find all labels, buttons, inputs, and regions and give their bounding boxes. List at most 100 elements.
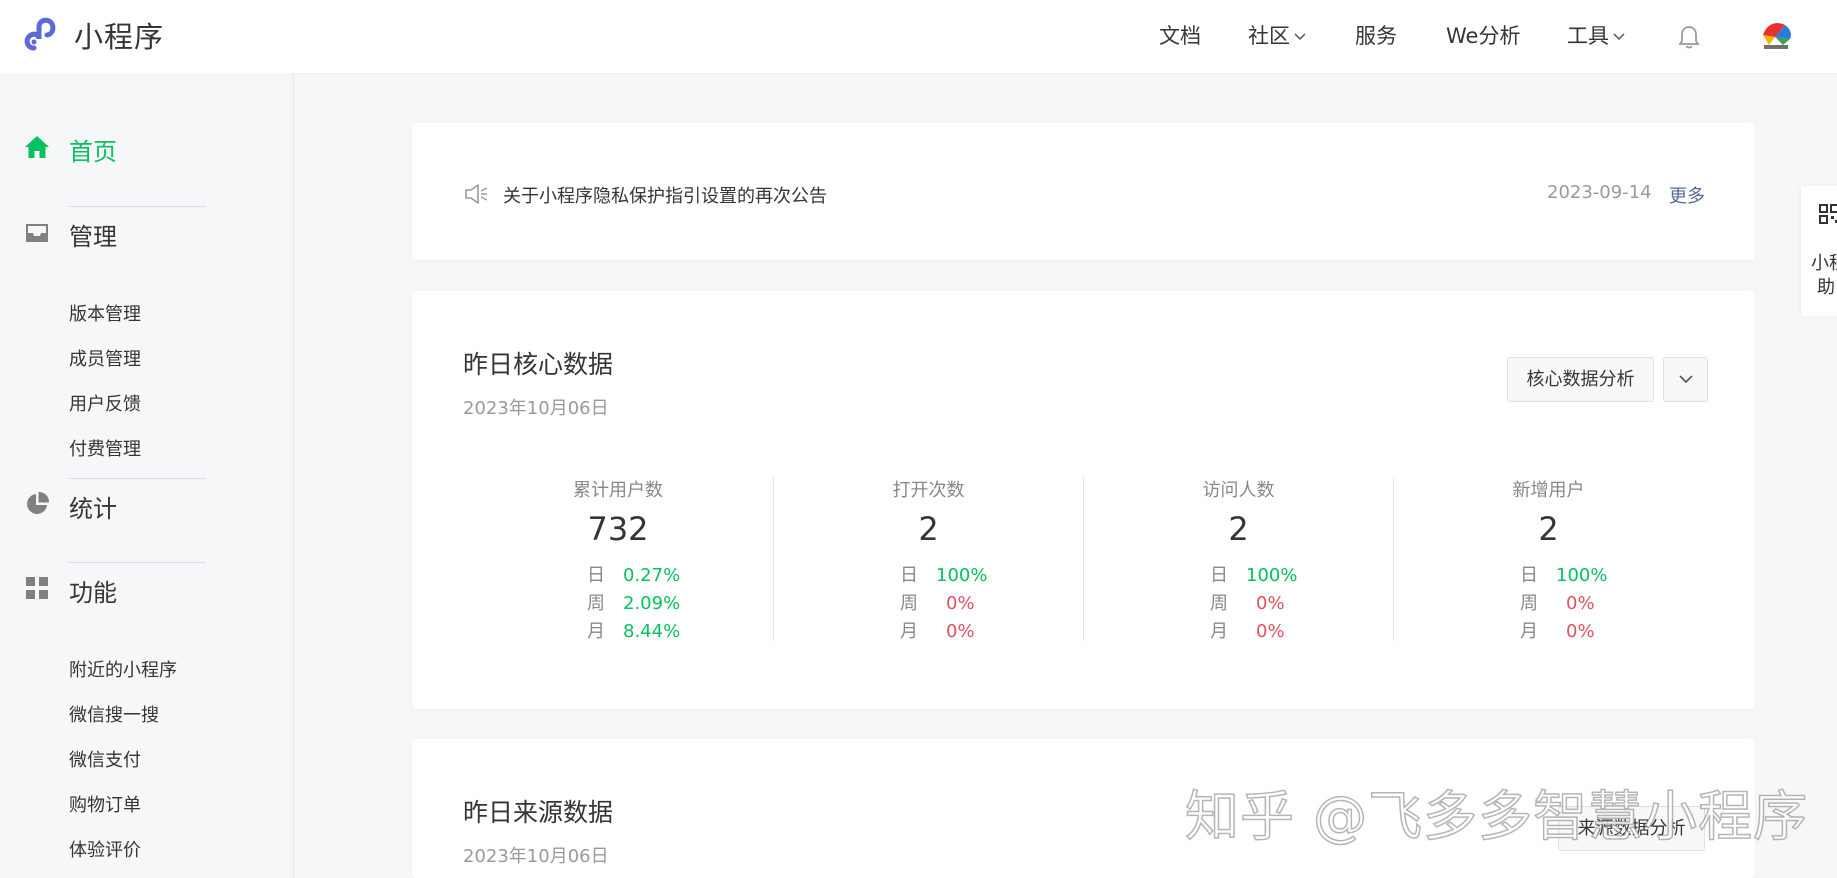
core-data-date: 2023年10月06日 bbox=[463, 398, 609, 419]
metric-row-week: 周 2.09% bbox=[587, 589, 680, 617]
metric-row-week: 周 0% bbox=[1520, 589, 1595, 617]
sidebar-subitem-nearby[interactable]: 附近的小程序 bbox=[69, 656, 177, 682]
chevron-down-icon bbox=[1678, 375, 1693, 384]
row-value: 0% bbox=[1256, 621, 1285, 642]
row-value: 100% bbox=[1246, 565, 1298, 586]
nav-community[interactable]: 社区 bbox=[1248, 0, 1306, 73]
app-title: 小程序 bbox=[74, 20, 165, 54]
row-key: 日 bbox=[1520, 565, 1538, 586]
sidebar-subitem-version[interactable]: 版本管理 bbox=[69, 300, 141, 326]
sidebar-item-features[interactable]: 功能 bbox=[0, 568, 294, 608]
bell-icon[interactable] bbox=[1677, 24, 1701, 50]
core-data-analysis-button[interactable]: 核心数据分析 bbox=[1507, 357, 1654, 402]
chevron-down-icon bbox=[1294, 33, 1306, 41]
row-value: 0% bbox=[946, 621, 975, 642]
core-data-card: 昨日核心数据 2023年10月06日 核心数据分析 累计用户数 732 日 0.2… bbox=[412, 291, 1755, 709]
sidebar-subitem-members[interactable]: 成员管理 bbox=[69, 345, 141, 371]
metric-row-month: 月 0% bbox=[900, 617, 975, 645]
metric-value: 2 bbox=[918, 510, 939, 548]
row-key: 日 bbox=[900, 565, 918, 586]
metric-row-day: 日 100% bbox=[900, 561, 987, 589]
sidebar-item-manage[interactable]: 管理 bbox=[0, 212, 294, 252]
metric-row-day: 日 100% bbox=[1520, 561, 1607, 589]
row-value: 0% bbox=[946, 593, 975, 614]
row-value: 0.27% bbox=[623, 565, 681, 586]
mini-program-helper-float[interactable]: 小程 助 bbox=[1801, 186, 1837, 316]
nav-tools[interactable]: 工具 bbox=[1567, 0, 1625, 73]
row-key: 周 bbox=[1520, 593, 1538, 614]
row-value: 2.09% bbox=[623, 593, 681, 614]
row-key: 周 bbox=[587, 593, 605, 614]
nav-we-analysis[interactable]: We分析 bbox=[1446, 0, 1520, 73]
metric-label: 打开次数 bbox=[892, 480, 965, 501]
metric-total-users: 累计用户数 732 日 0.27% 周 2.09% 月 8.44% bbox=[463, 476, 773, 642]
mini-program-logo-icon bbox=[24, 17, 56, 51]
sidebar-divider bbox=[69, 478, 206, 479]
avatar-image-icon bbox=[1763, 23, 1791, 49]
metric-new-users: 新增用户 2 日 100% 周 0% 月 0% bbox=[1393, 476, 1703, 642]
sidebar-item-label: 功能 bbox=[69, 579, 117, 607]
metric-row-week: 周 0% bbox=[900, 589, 975, 617]
nav-docs-label: 文档 bbox=[1159, 24, 1201, 48]
sidebar: 首页 管理 版本管理 成员管理 用户反馈 付费管理 统计 功能 附近的小程序 微… bbox=[0, 73, 294, 878]
sidebar-subitem-orders[interactable]: 购物订单 bbox=[69, 791, 141, 817]
sidebar-subitem-search[interactable]: 微信搜一搜 bbox=[69, 701, 159, 727]
row-key: 月 bbox=[1520, 621, 1538, 642]
sidebar-subitem-wechat-pay[interactable]: 微信支付 bbox=[69, 746, 141, 772]
sidebar-subitem-feedback[interactable]: 用户反馈 bbox=[69, 390, 141, 416]
row-key: 周 bbox=[1210, 593, 1228, 614]
row-key: 日 bbox=[587, 565, 605, 586]
sidebar-subitem-payment[interactable]: 付费管理 bbox=[69, 435, 141, 461]
metric-row-month: 月 8.44% bbox=[587, 617, 680, 645]
notice-date: 2023-09-14 bbox=[1547, 182, 1652, 203]
qrcode-icon bbox=[1819, 204, 1837, 224]
row-value: 0% bbox=[1566, 621, 1595, 642]
core-data-dropdown-button[interactable] bbox=[1663, 357, 1708, 402]
row-value: 0% bbox=[1256, 593, 1285, 614]
row-key: 月 bbox=[1210, 621, 1228, 642]
speaker-icon bbox=[465, 184, 488, 204]
helper-label-line2: 助 bbox=[1817, 277, 1835, 298]
metric-value: 2 bbox=[1538, 510, 1559, 548]
home-icon bbox=[25, 136, 49, 158]
app-logo[interactable]: 小程序 bbox=[22, 14, 164, 56]
row-key: 月 bbox=[587, 621, 605, 642]
nav-services-label: 服务 bbox=[1355, 24, 1397, 48]
row-value: 100% bbox=[1556, 565, 1608, 586]
nav-docs[interactable]: 文档 bbox=[1159, 0, 1201, 73]
row-value: 0% bbox=[1566, 593, 1595, 614]
notice-title-link[interactable]: 关于小程序隐私保护指引设置的再次公告 bbox=[503, 182, 827, 208]
row-key: 日 bbox=[1210, 565, 1228, 586]
sidebar-item-stats[interactable]: 统计 bbox=[0, 484, 294, 524]
grid-icon bbox=[26, 577, 48, 599]
metric-row-month: 月 0% bbox=[1210, 617, 1285, 645]
sidebar-subitem-reviews[interactable]: 体验评价 bbox=[69, 836, 141, 862]
nav-services[interactable]: 服务 bbox=[1355, 0, 1397, 73]
metric-label: 访问人数 bbox=[1202, 480, 1275, 501]
metric-row-day: 日 100% bbox=[1210, 561, 1297, 589]
pie-chart-icon bbox=[27, 491, 50, 514]
metric-label: 新增用户 bbox=[1512, 480, 1585, 501]
row-value: 100% bbox=[936, 565, 988, 586]
notice-more-link[interactable]: 更多 bbox=[1669, 182, 1705, 208]
source-data-analysis-button[interactable]: 来源数据分析 bbox=[1558, 806, 1705, 851]
notice-card: 关于小程序隐私保护指引设置的再次公告 2023-09-14 更多 bbox=[412, 123, 1755, 260]
row-key: 周 bbox=[900, 593, 918, 614]
chevron-down-icon bbox=[1613, 33, 1625, 41]
helper-label: 小程 助 bbox=[1811, 252, 1837, 300]
sidebar-item-home[interactable]: 首页 bbox=[0, 127, 294, 167]
user-avatar[interactable] bbox=[1755, 15, 1797, 57]
metric-value: 732 bbox=[587, 510, 649, 548]
metric-open-count: 打开次数 2 日 100% 周 0% 月 0% bbox=[773, 476, 1083, 642]
nav-community-label: 社区 bbox=[1248, 24, 1290, 48]
sidebar-item-label: 首页 bbox=[69, 138, 117, 166]
sidebar-divider bbox=[69, 562, 206, 563]
source-data-date: 2023年10月06日 bbox=[463, 846, 609, 867]
metric-row-week: 周 0% bbox=[1210, 589, 1285, 617]
metric-value: 2 bbox=[1228, 510, 1249, 548]
helper-label-line1: 小程 bbox=[1811, 253, 1837, 274]
source-data-title: 昨日来源数据 bbox=[463, 798, 614, 827]
sidebar-divider bbox=[69, 206, 206, 207]
inbox-icon bbox=[26, 224, 48, 242]
nav-we-analysis-label: We分析 bbox=[1446, 24, 1521, 48]
